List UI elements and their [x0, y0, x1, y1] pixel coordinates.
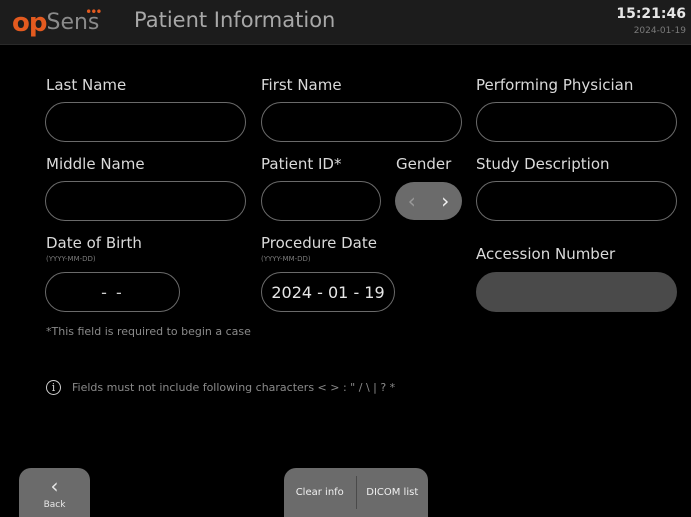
- study-description-label: Study Description: [476, 155, 610, 173]
- logo-dots-icon: •••: [85, 5, 102, 19]
- gender-selector[interactable]: ‹ ›: [395, 182, 462, 220]
- study-description-field[interactable]: [476, 181, 677, 221]
- date-of-birth-label: Date of Birth: [46, 234, 142, 252]
- accession-number-field[interactable]: [476, 272, 677, 312]
- last-name-label: Last Name: [46, 76, 127, 94]
- gender-label: Gender: [396, 155, 452, 173]
- invalid-characters-note: Fields must not include following charac…: [72, 381, 396, 394]
- first-name-field[interactable]: [261, 102, 462, 142]
- info-icon: i: [46, 380, 61, 395]
- date-of-birth-field[interactable]: - -: [45, 272, 180, 312]
- chevron-left-icon[interactable]: ‹: [408, 191, 416, 211]
- chevron-left-icon: ‹: [50, 474, 59, 498]
- middle-name-label: Middle Name: [46, 155, 145, 173]
- date-of-birth-format: (YYYY-MM-DD): [46, 255, 96, 263]
- page-title: Patient Information: [134, 8, 336, 32]
- accession-number-label: Accession Number: [476, 245, 616, 263]
- patient-id-field[interactable]: [261, 181, 381, 221]
- first-name-label: First Name: [261, 76, 342, 94]
- clock-date: 2024-01-19: [633, 26, 686, 36]
- performing-physician-field[interactable]: [476, 102, 677, 142]
- back-button[interactable]: ‹ Back: [19, 468, 90, 517]
- opsens-logo: op Sens •••: [12, 5, 102, 38]
- dicom-list-button[interactable]: DICOM list: [357, 468, 429, 517]
- back-button-label: Back: [43, 500, 66, 510]
- procedure-date-format: (YYYY-MM-DD): [261, 255, 311, 263]
- performing-physician-label: Performing Physician: [476, 76, 634, 94]
- clear-info-button[interactable]: Clear info: [284, 468, 356, 517]
- procedure-date-label: Procedure Date: [261, 234, 377, 252]
- chevron-right-icon[interactable]: ›: [441, 191, 449, 211]
- middle-name-field[interactable]: [45, 181, 246, 221]
- bottom-action-group: Clear info DICOM list: [284, 468, 428, 517]
- clock-time: 15:21:46: [616, 6, 686, 22]
- last-name-field[interactable]: [45, 102, 246, 142]
- patient-id-label: Patient ID*: [261, 155, 342, 173]
- header-bar: op Sens ••• Patient Information 15:21:46 …: [0, 0, 691, 45]
- required-field-note: *This field is required to begin a case: [46, 325, 251, 338]
- procedure-date-field[interactable]: 2024 - 01 - 19: [261, 272, 395, 312]
